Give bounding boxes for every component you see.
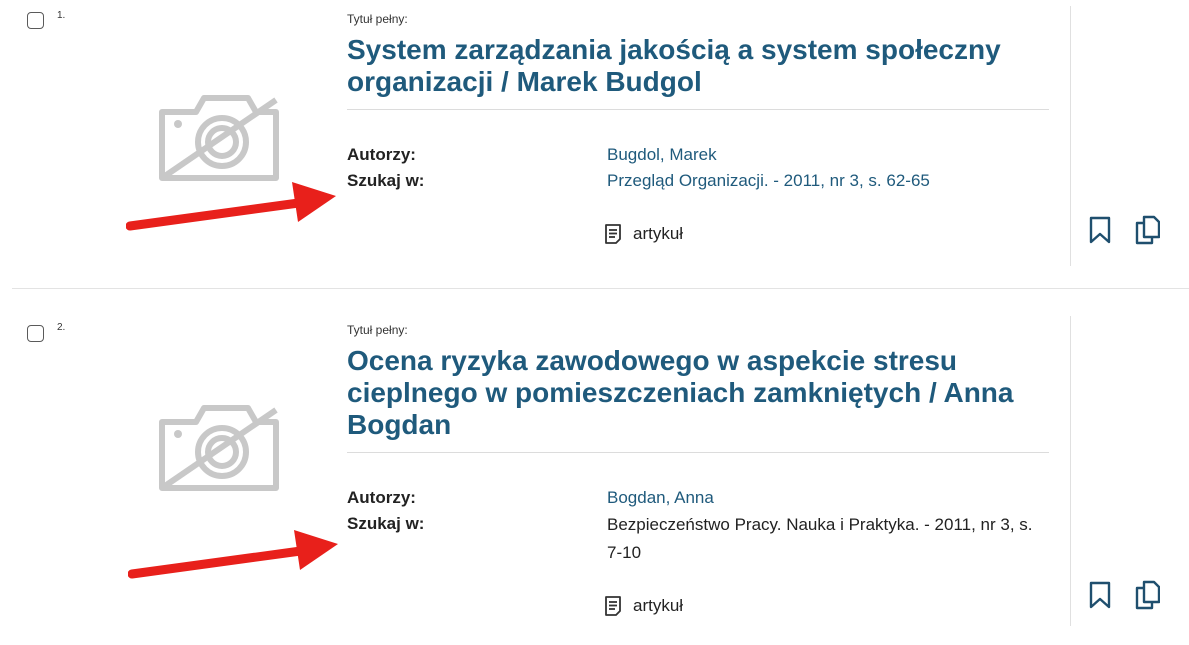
no-image-camera-icon [156, 88, 282, 184]
meta-block: Autorzy: Bogdan, Anna Szukaj w: Bezpiecz… [347, 485, 1049, 562]
no-image-camera-icon [156, 398, 282, 494]
red-arrow-icon [126, 182, 336, 231]
column-divider [1070, 316, 1071, 626]
search-in-row: Szukaj w: Przegląd Organizacji. - 2011, … [347, 168, 1049, 194]
authors-row: Autorzy: Bogdan, Anna [347, 485, 1049, 511]
search-in-link[interactable]: Przegląd Organizacji. - 2011, nr 3, s. 6… [607, 168, 1047, 194]
select-checkbox[interactable] [27, 325, 44, 342]
author-link[interactable]: Bogdan, Anna [607, 485, 1047, 511]
result-item-2: 2. Tytuł pełny: Ocena ryzyka zawodowego … [0, 290, 1189, 645]
column-divider [1070, 6, 1071, 266]
authors-label: Autorzy: [347, 488, 416, 507]
divider [347, 452, 1049, 453]
type-label: artykuł [633, 224, 684, 243]
search-in-row: Szukaj w: Bezpieczeństwo Pracy. Nauka i … [347, 511, 1049, 562]
bookmark-icon[interactable] [1087, 580, 1113, 610]
result-number: 2. [57, 322, 66, 333]
result-item-1: 1. Tytuł pełny: System zarządzania jakoś… [0, 0, 1189, 288]
title-label: Tytuł pełny: [347, 323, 408, 337]
title-label: Tytuł pełny: [347, 12, 408, 26]
copy-icon[interactable] [1134, 215, 1160, 245]
red-arrow-icon [128, 530, 338, 579]
authors-row: Autorzy: Bugdol, Marek [347, 142, 1049, 168]
meta-block: Autorzy: Bugdol, Marek Szukaj w: Przeglą… [347, 142, 1049, 194]
document-type: artykuł [601, 594, 683, 618]
search-in-text: Bezpieczeństwo Pracy. Nauka i Praktyka. … [607, 515, 1033, 562]
document-icon [605, 224, 621, 244]
result-separator [12, 288, 1189, 289]
select-checkbox[interactable] [27, 12, 44, 29]
result-content: Tytuł pełny: Ocena ryzyka zawodowego w a… [347, 323, 1049, 562]
document-type: artykuł [601, 222, 683, 246]
author-link[interactable]: Bugdol, Marek [607, 142, 1047, 168]
result-content: Tytuł pełny: System zarządzania jakością… [347, 12, 1049, 194]
result-number: 1. [57, 10, 66, 21]
copy-icon[interactable] [1134, 580, 1160, 610]
document-icon [605, 596, 621, 616]
type-label: artykuł [633, 596, 684, 615]
bookmark-icon[interactable] [1087, 215, 1113, 245]
result-title-link[interactable]: Ocena ryzyka zawodowego w aspekcie stres… [347, 345, 1049, 441]
divider [347, 109, 1049, 110]
result-title-link[interactable]: System zarządzania jakością a system spo… [347, 34, 1049, 98]
authors-label: Autorzy: [347, 145, 416, 164]
